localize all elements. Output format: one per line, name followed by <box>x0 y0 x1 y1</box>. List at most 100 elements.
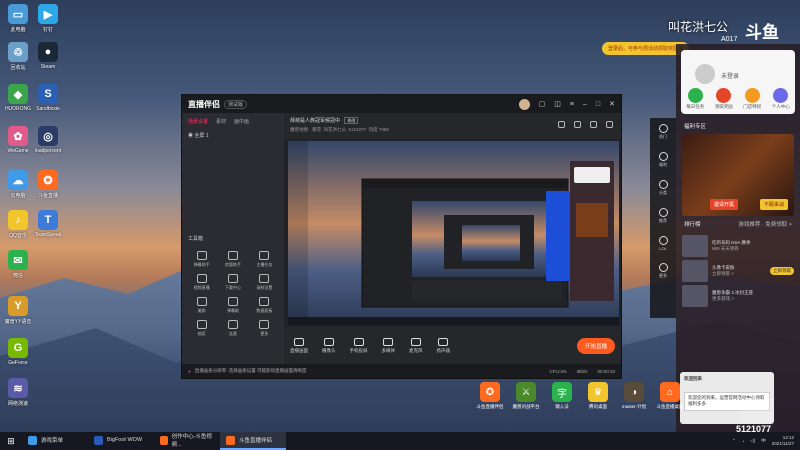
desktop-icon[interactable]: ◎ loadpercent <box>33 126 63 154</box>
tool-item[interactable]: 数据面板 <box>249 297 280 314</box>
tool-item[interactable]: 更多 <box>249 320 280 337</box>
avatar[interactable] <box>518 98 530 110</box>
rank-more-link[interactable]: 游戏推荐 · 免费领取 > <box>738 220 792 228</box>
toolbar-button[interactable]: 摄像头 <box>322 338 336 354</box>
tool-item[interactable]: 房管助手 <box>217 251 248 268</box>
toolbar-button[interactable]: 麦克风 <box>409 338 423 354</box>
tool-item[interactable]: 美颜 <box>186 297 217 314</box>
desktop-icon-label: 魔兽YY语音 <box>4 319 32 325</box>
desktop-icon[interactable]: G GeForce <box>3 338 33 366</box>
desktop-icon[interactable]: ▭ 此电脑 <box>3 4 33 33</box>
fullscreen-icon[interactable] <box>606 121 613 128</box>
desktop-icon-label: QQ音乐 <box>9 233 27 239</box>
dock-item[interactable]: ✪ 斗鱼直播伴侣 <box>476 382 504 410</box>
volume-icon[interactable]: ◁) <box>750 438 755 444</box>
toolbar-button[interactable]: 直播画面 <box>290 338 308 354</box>
tool-item[interactable]: 抽奖 <box>186 320 217 337</box>
tool-item[interactable]: 主播任务 <box>249 251 280 268</box>
side-nav-item[interactable]: 福利 <box>658 152 668 168</box>
taskbar-item[interactable]: 游戏菜单 <box>22 432 88 450</box>
desktop-icon[interactable]: ● Steam <box>33 42 63 70</box>
side-nav-item[interactable]: 热门 <box>658 124 668 140</box>
network-icon[interactable]: ◔ <box>742 439 745 444</box>
clock[interactable]: 14:12 2021/11/27 <box>772 435 794 447</box>
scene-item[interactable]: ◉ 全屏 1 <box>182 130 284 141</box>
desktop-icon[interactable]: ☁ 云电脑 <box>3 170 33 199</box>
quick-action[interactable]: 个人中心 <box>772 88 790 110</box>
gift-icon[interactable]: ◫ <box>554 100 561 108</box>
taskbar-item[interactable]: 斗鱼直播伴侣 <box>220 432 286 450</box>
challenge-button[interactable]: 不服来战 <box>760 199 789 210</box>
taskbar-item[interactable]: 创作中心-斗鱼视频... <box>154 432 220 450</box>
desktop-icon[interactable]: ▶ 钉钉 <box>33 4 63 33</box>
desktop-icon[interactable]: ✿ WeGame <box>3 126 33 154</box>
desktop-icon[interactable]: T TeamSpeak <box>33 210 63 238</box>
desktop-icon[interactable]: ♲ 回收站 <box>3 42 33 71</box>
user-avatar[interactable] <box>695 64 715 84</box>
maximize-icon[interactable]: □ <box>596 101 600 108</box>
menu-icon[interactable]: ≡ <box>570 101 574 108</box>
input-language[interactable]: 中 <box>761 438 766 444</box>
desktop-icon[interactable]: ◆ HUORONG <box>3 84 33 112</box>
window-titlebar[interactable]: 直播伴侣 测试版 ▢ ◫ ≡ – □ ✕ <box>182 95 621 113</box>
tool-item[interactable]: 弹幕助手 <box>186 251 217 268</box>
desktop-icon[interactable]: S Sandboxie <box>33 84 63 112</box>
game-row[interactable]: 吃鸡号码 NSA 赛季 ¥69 天天领券 <box>682 235 794 257</box>
tool-label: 视频直播 <box>193 285 210 290</box>
tool-item[interactable]: 下载中心 <box>217 274 248 291</box>
status-bar: ● 直播画质分辨率: 选择画质设置 可能影响直播画面清晰度 CPU:3% 0kb… <box>182 364 621 378</box>
tool-item[interactable]: 录制设置 <box>249 274 280 291</box>
minimize-icon[interactable]: – <box>583 101 587 108</box>
taskbar-item-label: BigFoot WOW <box>107 437 143 443</box>
close-icon[interactable]: ✕ <box>609 100 615 108</box>
toolbar-button[interactable]: 扬声器 <box>437 338 450 354</box>
welfare-banner[interactable]: 邀请开黑 不服来战 <box>682 134 794 216</box>
tab-scene[interactable]: 场景设置 <box>188 118 208 125</box>
tool-item[interactable]: 弹幕姬 <box>217 297 248 314</box>
side-nav-item[interactable]: 分类 <box>658 180 668 196</box>
toolbar-button[interactable]: 多媒体 <box>382 338 395 354</box>
lock-icon[interactable] <box>574 121 581 128</box>
nav-icon <box>658 124 668 133</box>
tool-item[interactable]: 连麦 <box>217 320 248 337</box>
message-icon[interactable]: ▢ <box>539 100 546 108</box>
desktop-icon[interactable]: ✪ 斗鱼直播 <box>33 170 63 199</box>
claim-button[interactable]: 立即领取 <box>770 267 794 275</box>
quick-action[interactable]: 领取奖励 <box>715 88 733 110</box>
settings-icon[interactable] <box>590 121 597 128</box>
taskbar: ⊞ 游戏菜单 BigFoot WOW 创作中心-斗鱼视频... 斗鱼直播伴侣 ⌃ ◔ … <box>0 432 800 450</box>
side-nav-item[interactable]: LOL <box>658 236 668 251</box>
dock-item[interactable]: ◑ master-计划 <box>620 382 648 410</box>
tool-icon <box>259 274 270 283</box>
desktop-icon[interactable]: ♪ QQ音乐 <box>3 210 33 239</box>
side-nav-item[interactable]: 更多 <box>658 263 668 279</box>
quick-action[interactable]: 门店特权 <box>743 88 761 110</box>
room-category[interactable]: 魔兽地图 · 暴雪 <box>290 127 321 132</box>
desktop-icon[interactable]: ≋ 网络测速 <box>3 378 33 407</box>
side-nav-item[interactable]: 推荐 <box>658 208 668 224</box>
login-link[interactable]: 未登录 <box>721 71 739 80</box>
tool-item[interactable]: 视频直播 <box>186 274 217 291</box>
start-button[interactable]: ⊞ <box>0 432 22 450</box>
dock-item[interactable]: ♛ 腾讯桌面 <box>584 382 612 410</box>
dock-item[interactable]: 字输入法 <box>548 382 576 410</box>
dock-item[interactable]: ⚔ 魔兽对战平台 <box>512 382 540 410</box>
dock-item[interactable]: ⌂ 斗鱼直播桌面 <box>656 382 684 410</box>
tab-material[interactable]: 素材 <box>216 118 226 125</box>
invite-button[interactable]: 邀请开黑 <box>710 199 739 210</box>
desktop-icon[interactable]: ✉ 微信 <box>3 250 33 279</box>
edit-title-button[interactable]: 修改 <box>344 117 359 124</box>
quick-action[interactable]: 每日任务 <box>686 88 704 110</box>
desktop-icon[interactable]: Y 魔兽YY语音 <box>3 296 33 325</box>
toolbar-button[interactable]: 手机投屏 <box>350 338 368 354</box>
toolbox-title: 工具箱 <box>188 236 204 242</box>
eye-icon[interactable]: ◉ <box>188 133 193 139</box>
chevron-up-icon[interactable]: ⌃ <box>732 438 736 444</box>
share-icon[interactable] <box>558 121 565 128</box>
tab-pip[interactable]: 画中画 <box>234 118 249 125</box>
start-live-button[interactable]: 开始直播 <box>576 338 615 354</box>
stream-preview[interactable] <box>288 141 619 325</box>
taskbar-item[interactable]: BigFoot WOW <box>88 432 154 450</box>
game-row[interactable]: 魔兽争霸 3 冰封王座 更多游戏 > <box>682 285 794 307</box>
game-row[interactable]: 头像卡皮肤 立即领取 > 立即领取 <box>682 260 794 282</box>
